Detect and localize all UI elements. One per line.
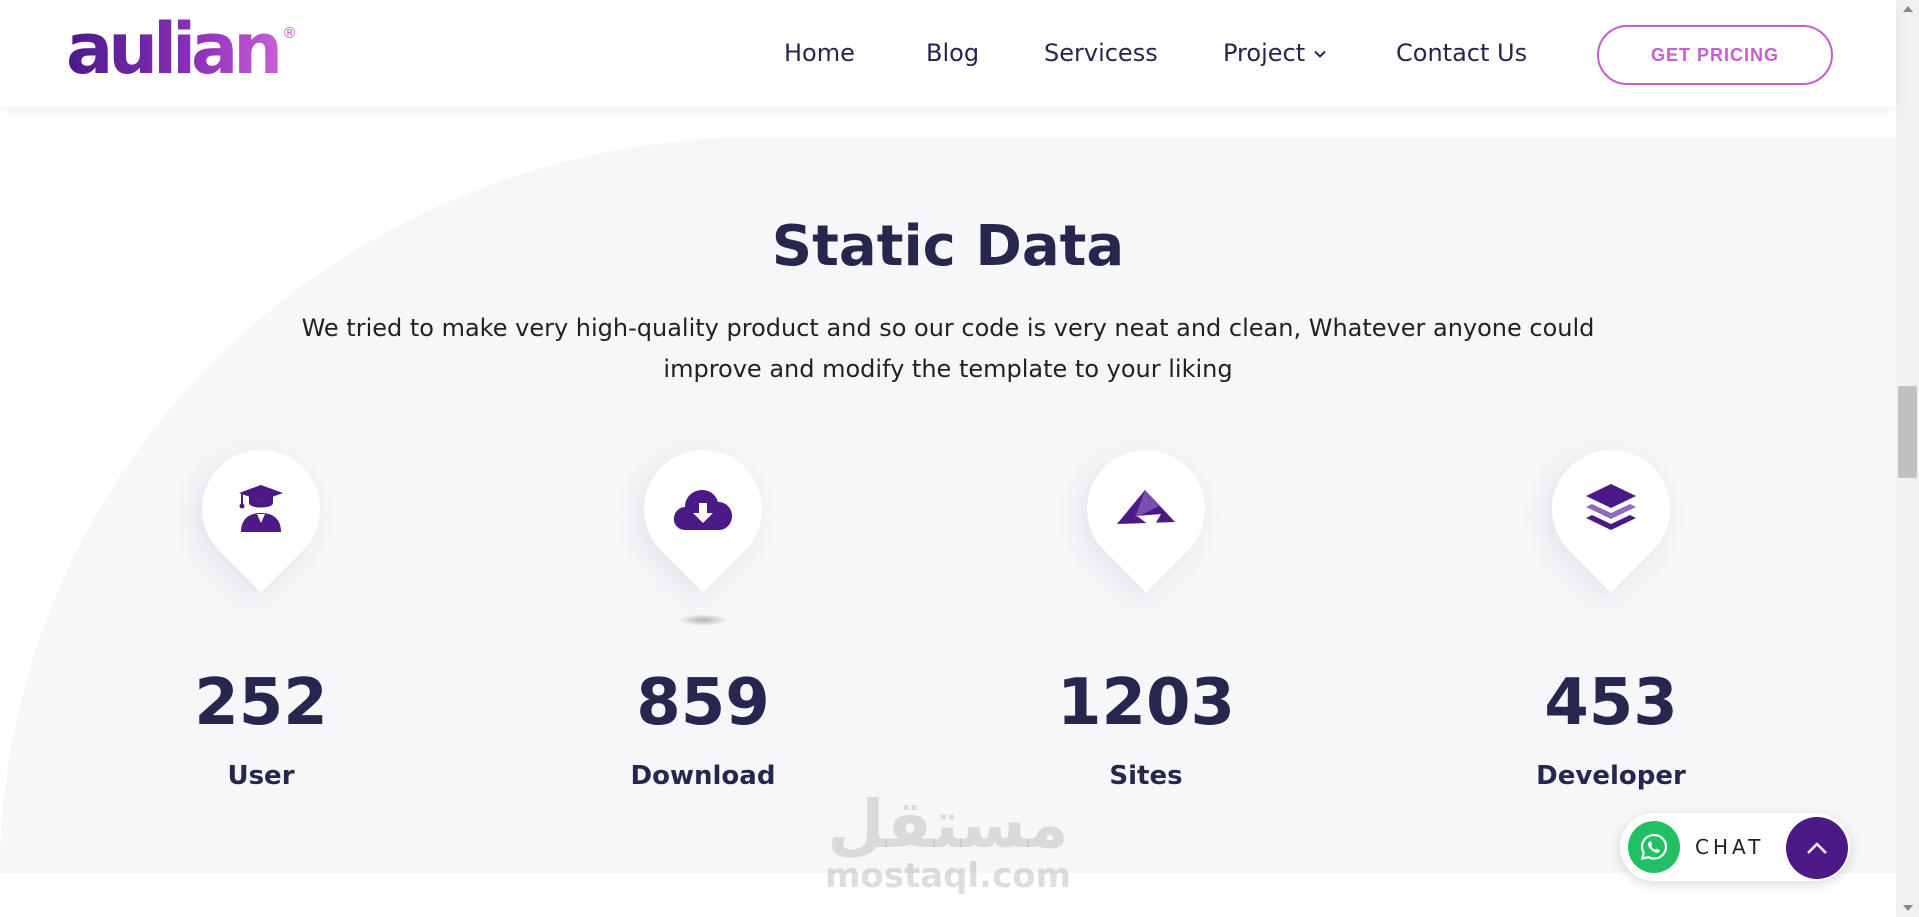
stat-value: 1203 — [1056, 666, 1236, 740]
scroll-to-top-button[interactable] — [1786, 817, 1848, 879]
scroll-down-arrow[interactable] — [1903, 905, 1913, 911]
logo-registered-mark: ® — [282, 24, 298, 42]
chat-label: CHAT — [1695, 835, 1765, 859]
nav-item-services[interactable]: Servicess — [1044, 38, 1158, 68]
graduate-user-icon — [225, 472, 297, 544]
section-title: Static Data — [771, 214, 1125, 279]
scrollbar-thumb[interactable] — [1898, 386, 1917, 478]
get-pricing-button[interactable]: GET PRICING — [1597, 25, 1833, 85]
nav-item-project[interactable]: Project — [1223, 38, 1327, 68]
nav-item-home[interactable]: Home — [784, 38, 855, 68]
layers-icon — [1575, 472, 1647, 544]
site-header: aulian ® Home Blog Servicess Project Con… — [0, 0, 1896, 107]
scroll-up-arrow[interactable] — [1903, 6, 1913, 12]
stat-value: 252 — [194, 666, 328, 740]
cloud-download-icon — [667, 472, 739, 544]
stat-value: 453 — [1544, 666, 1678, 740]
page-scrollbar[interactable] — [1896, 0, 1919, 917]
chevron-down-icon — [1314, 50, 1326, 58]
nav-item-project-label: Project — [1223, 39, 1306, 67]
watermark-arabic: مستقل — [827, 786, 1069, 863]
nav-item-contact[interactable]: Contact Us — [1396, 38, 1527, 68]
section-description: We tried to make very high-quality produ… — [301, 314, 1595, 383]
chevron-up-icon — [1807, 842, 1827, 854]
stat-value: 859 — [636, 666, 770, 740]
watermark-latin: mostaql.com — [824, 856, 1072, 896]
pin-drop-shadow — [678, 614, 728, 626]
nav-item-blog[interactable]: Blog — [926, 38, 979, 68]
whatsapp-icon — [1628, 821, 1680, 873]
paper-plane-icon — [1110, 472, 1182, 544]
logo-wordmark: aulian — [66, 8, 283, 90]
site-logo[interactable]: aulian ® — [66, 14, 297, 84]
